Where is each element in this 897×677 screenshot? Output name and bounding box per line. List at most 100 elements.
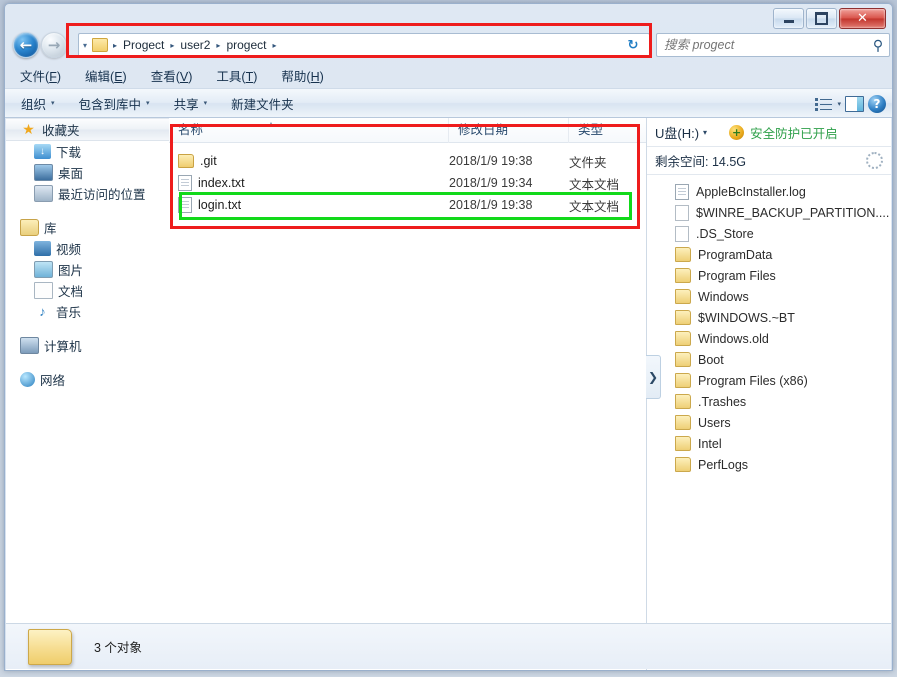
- file-name-label: .git: [200, 154, 217, 168]
- breadcrumb-item-user2[interactable]: user2: [176, 38, 214, 52]
- search-input[interactable]: [657, 37, 867, 53]
- column-header-date[interactable]: 修改日期: [449, 118, 569, 143]
- refresh-button[interactable]: ↻: [619, 34, 647, 56]
- list-item[interactable]: $WINDOWS.~BT: [647, 307, 891, 328]
- column-header-row: 名称 修改日期 类型 ▴: [169, 118, 659, 143]
- list-item[interactable]: Windows.old: [647, 328, 891, 349]
- list-item[interactable]: .Trashes: [647, 391, 891, 412]
- menu-file[interactable]: 文件(F): [11, 64, 70, 87]
- sidebar-item-label: 音乐: [56, 306, 82, 320]
- sidebar-item-label: 图片: [58, 264, 84, 278]
- maximize-button[interactable]: [806, 8, 837, 29]
- address-bar: ← → ▾ ▸ Progect ▸ user2 ▸ progect ▸ ↻ ⚲: [5, 30, 892, 62]
- sidebar-item-label: 收藏夹: [42, 124, 80, 138]
- forward-button[interactable]: →: [41, 32, 67, 58]
- list-item-label: Windows: [698, 289, 749, 304]
- list-item[interactable]: Windows: [647, 286, 891, 307]
- list-item[interactable]: Program Files: [647, 265, 891, 286]
- file-name-cell[interactable]: index.txt: [178, 175, 245, 191]
- sidebar-item-downloads[interactable]: ↓ 下载: [6, 141, 169, 162]
- file-name-cell[interactable]: .git: [178, 154, 217, 168]
- table-row[interactable]: .git 2018/1/9 19:38 文件夹: [169, 150, 646, 172]
- menu-view[interactable]: 查看(V): [142, 64, 202, 87]
- menu-tools[interactable]: 工具(T): [207, 64, 266, 87]
- sidebar-item-network[interactable]: 网络: [6, 369, 169, 390]
- search-box[interactable]: ⚲: [656, 33, 890, 57]
- new-folder-button[interactable]: 新建文件夹: [223, 91, 302, 116]
- preview-pane-icon[interactable]: [845, 96, 864, 112]
- list-item[interactable]: Intel: [647, 433, 891, 454]
- search-icon[interactable]: ⚲: [867, 37, 889, 54]
- sidebar-item-favorites[interactable]: ★ 收藏夹: [6, 118, 169, 141]
- shield-plus-icon: +: [729, 124, 745, 140]
- sidebar-item-documents[interactable]: 文档: [6, 280, 169, 301]
- close-button[interactable]: ✕: [839, 8, 886, 29]
- file-date-cell: 2018/1/9 19:38: [449, 198, 533, 212]
- include-in-library-button[interactable]: 包含到库中 ▾: [71, 91, 158, 116]
- computer-icon: [20, 337, 39, 354]
- list-item[interactable]: Users: [647, 412, 891, 433]
- table-row[interactable]: login.txt 2018/1/9 19:38 文本文档: [169, 194, 646, 216]
- documents-icon: [34, 282, 53, 299]
- sidebar-item-label: 库: [44, 222, 57, 236]
- menu-tools-label: 工具: [216, 69, 242, 84]
- organize-button[interactable]: 组织 ▾: [13, 91, 63, 116]
- folder-icon: [675, 247, 691, 262]
- text-file-icon: [178, 175, 192, 191]
- sidebar-item-libraries[interactable]: 库: [6, 217, 169, 238]
- share-button[interactable]: 共享 ▾: [166, 91, 216, 116]
- breadcrumb-bar[interactable]: ▾ ▸ Progect ▸ user2 ▸ progect ▸: [78, 33, 650, 57]
- list-item-label: PerfLogs: [698, 457, 749, 472]
- file-type-cell: 文件夹: [569, 155, 607, 170]
- sidebar-item-videos[interactable]: 视频: [6, 238, 169, 259]
- chevron-down-icon: ▾: [203, 100, 208, 107]
- list-item[interactable]: .DS_Store: [647, 223, 891, 244]
- chevron-down-icon: ▾: [146, 100, 150, 107]
- chevron-down-icon: ▾: [51, 100, 55, 107]
- sidebar-item-pictures[interactable]: 图片: [6, 259, 169, 280]
- change-view-icon[interactable]: [815, 97, 833, 112]
- sidebar-item-computer[interactable]: 计算机: [6, 335, 169, 356]
- menu-file-label: 文件: [20, 69, 46, 84]
- sidebar-item-label: 文档: [58, 285, 84, 299]
- free-space-label: 剩余空间: 14.5G: [655, 155, 746, 169]
- list-item[interactable]: PerfLogs: [647, 454, 891, 475]
- sidebar-item-recent-places[interactable]: 最近访问的位置: [6, 183, 169, 204]
- list-item[interactable]: $WINRE_BACKUP_PARTITION....: [647, 202, 891, 223]
- sidebar-divider: [6, 322, 169, 335]
- sidebar-item-desktop[interactable]: 桌面: [6, 162, 169, 183]
- list-item[interactable]: AppleBcInstaller.log: [647, 181, 891, 202]
- list-item[interactable]: Program Files (x86): [647, 370, 891, 391]
- video-icon: [34, 241, 51, 256]
- menu-help-label: 帮助: [281, 69, 307, 84]
- sidebar-item-label: 网络: [40, 374, 66, 388]
- list-item-label: AppleBcInstaller.log: [696, 184, 806, 199]
- panel-expander-button[interactable]: ❯: [646, 355, 661, 399]
- usb-drive-label[interactable]: U盘(H:): [655, 123, 699, 142]
- view-chevron-down-icon[interactable]: ▾: [837, 100, 841, 108]
- file-name-cell[interactable]: login.txt: [178, 197, 241, 213]
- library-icon: [20, 219, 39, 236]
- gear-icon[interactable]: [866, 152, 883, 169]
- sidebar-item-label: 视频: [56, 243, 82, 257]
- back-button[interactable]: ←: [13, 32, 39, 58]
- chevron-down-icon[interactable]: ▾: [79, 41, 91, 50]
- status-bar: 3 个对象: [6, 623, 891, 669]
- minimize-button[interactable]: [773, 8, 804, 29]
- text-file-icon: [178, 197, 192, 213]
- list-item[interactable]: ProgramData: [647, 244, 891, 265]
- list-item[interactable]: Boot: [647, 349, 891, 370]
- chevron-down-icon[interactable]: ▾: [703, 128, 707, 137]
- help-icon[interactable]: ?: [868, 95, 886, 113]
- folder-icon: [675, 415, 691, 430]
- folder-icon: [675, 394, 691, 409]
- file-list-pane: 名称 修改日期 类型 ▴ .git 2018/1/9 19:38 文件夹 ind…: [169, 118, 659, 670]
- sidebar-item-music[interactable]: ♪ 音乐: [6, 301, 169, 322]
- breadcrumb-item-progect-root[interactable]: Progect: [119, 38, 168, 52]
- menu-help[interactable]: 帮助(H): [272, 64, 332, 87]
- column-header-name[interactable]: 名称: [169, 118, 449, 143]
- close-icon: ✕: [857, 11, 868, 26]
- menu-edit[interactable]: 编辑(E): [76, 64, 136, 87]
- table-row[interactable]: index.txt 2018/1/9 19:34 文本文档: [169, 172, 646, 194]
- breadcrumb-item-progect[interactable]: progect: [222, 38, 270, 52]
